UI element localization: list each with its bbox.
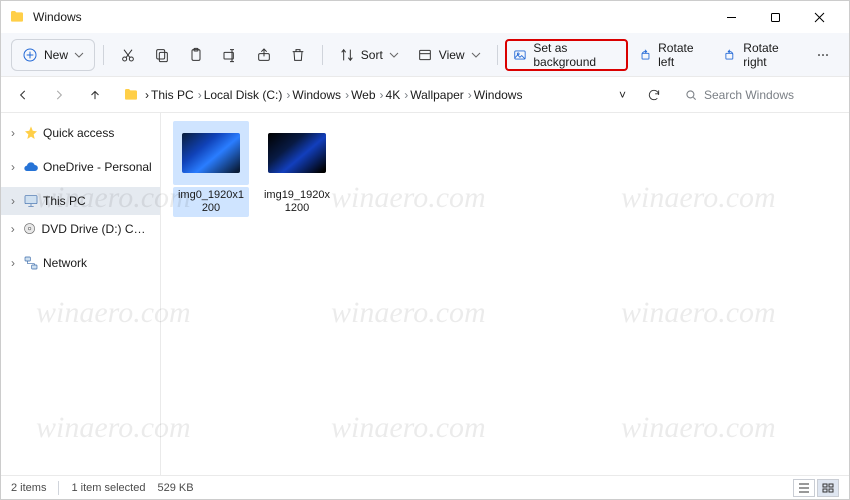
status-selected: 1 item selected bbox=[71, 482, 145, 494]
crumb[interactable]: Local Disk (C:) bbox=[204, 88, 283, 102]
set-bg-label: Set as background bbox=[533, 41, 620, 69]
breadcrumb[interactable]: › This PC› Local Disk (C:)› Windows› Web… bbox=[117, 81, 632, 109]
forward-button[interactable] bbox=[45, 81, 73, 109]
close-button[interactable] bbox=[797, 1, 841, 33]
crumb[interactable]: Windows bbox=[474, 88, 523, 102]
sort-button[interactable]: Sort bbox=[331, 39, 407, 71]
status-count: 2 items bbox=[11, 482, 46, 494]
set-as-background-button[interactable]: Set as background bbox=[505, 39, 628, 71]
expand-icon[interactable]: › bbox=[7, 160, 19, 174]
breadcrumb-dropdown[interactable]: ˅ bbox=[619, 88, 626, 102]
crumb[interactable]: 4K bbox=[386, 88, 401, 102]
new-button[interactable]: New bbox=[11, 39, 95, 71]
thumbnails-view-button[interactable] bbox=[817, 479, 839, 497]
refresh-button[interactable] bbox=[640, 81, 668, 109]
sidebar-item-dvd-drive[interactable]: › DVD Drive (D:) CCCO bbox=[1, 215, 160, 243]
expand-icon[interactable]: › bbox=[7, 256, 19, 270]
new-label: New bbox=[44, 48, 68, 62]
crumb[interactable]: Web bbox=[351, 88, 375, 102]
view-icon bbox=[417, 47, 433, 63]
rotate-right-icon bbox=[723, 47, 737, 63]
expand-icon[interactable]: › bbox=[7, 194, 19, 208]
folder-icon bbox=[123, 87, 139, 103]
file-name: img0_1920x1200 bbox=[173, 187, 249, 217]
paste-button[interactable] bbox=[180, 39, 212, 71]
cloud-icon bbox=[23, 159, 39, 175]
details-view-button[interactable] bbox=[793, 479, 815, 497]
sort-icon bbox=[339, 47, 355, 63]
sort-label: Sort bbox=[361, 48, 383, 62]
crumb[interactable]: Wallpaper bbox=[410, 88, 464, 102]
chevron-down-icon bbox=[74, 50, 84, 60]
file-thumbnail bbox=[182, 133, 240, 173]
trash-icon bbox=[290, 47, 306, 63]
plus-circle-icon bbox=[22, 47, 38, 63]
pc-icon bbox=[23, 193, 39, 209]
chevron-down-icon bbox=[471, 50, 481, 60]
rotate-right-button[interactable]: Rotate right bbox=[715, 39, 805, 71]
crumb-chevron[interactable]: › bbox=[145, 88, 149, 102]
expand-icon[interactable]: › bbox=[7, 126, 19, 140]
copy-icon bbox=[154, 47, 170, 63]
crumb[interactable]: Windows bbox=[292, 88, 341, 102]
picture-icon bbox=[513, 47, 527, 63]
minimize-button[interactable] bbox=[709, 1, 753, 33]
address-bar-row: › This PC› Local Disk (C:)› Windows› Web… bbox=[1, 77, 849, 113]
file-item[interactable]: img19_1920x1200 bbox=[259, 121, 335, 217]
status-size: 529 KB bbox=[157, 482, 193, 494]
delete-button[interactable] bbox=[282, 39, 314, 71]
search-icon bbox=[684, 88, 698, 102]
share-button[interactable] bbox=[248, 39, 280, 71]
search-box[interactable]: Search Windows bbox=[676, 81, 841, 109]
separator bbox=[322, 45, 323, 65]
toolbar: New Sort View Set as background Rotate l… bbox=[1, 33, 849, 77]
network-icon bbox=[23, 255, 39, 271]
status-bar: 2 items 1 item selected 529 KB bbox=[1, 475, 849, 499]
more-icon bbox=[815, 47, 831, 63]
file-name: img19_1920x1200 bbox=[259, 187, 335, 217]
window-title: Windows bbox=[33, 10, 709, 24]
sidebar-item-this-pc[interactable]: › This PC bbox=[1, 187, 160, 215]
rename-icon bbox=[222, 47, 238, 63]
paste-icon bbox=[188, 47, 204, 63]
titlebar: Windows bbox=[1, 1, 849, 33]
share-icon bbox=[256, 47, 272, 63]
expand-icon[interactable]: › bbox=[7, 222, 18, 236]
cut-icon bbox=[120, 47, 136, 63]
copy-button[interactable] bbox=[146, 39, 178, 71]
rotate-left-button[interactable]: Rotate left bbox=[630, 39, 713, 71]
star-icon bbox=[23, 125, 39, 141]
up-button[interactable] bbox=[81, 81, 109, 109]
chevron-down-icon bbox=[389, 50, 399, 60]
folder-icon bbox=[9, 9, 25, 25]
more-button[interactable] bbox=[807, 39, 839, 71]
back-button[interactable] bbox=[9, 81, 37, 109]
file-view[interactable]: img0_1920x1200 img19_1920x1200 bbox=[161, 113, 849, 475]
separator bbox=[497, 45, 498, 65]
sidebar-item-onedrive[interactable]: › OneDrive - Personal bbox=[1, 153, 160, 181]
view-label: View bbox=[439, 48, 465, 62]
file-thumbnail bbox=[268, 133, 326, 173]
rotate-left-icon bbox=[638, 47, 652, 63]
separator bbox=[103, 45, 104, 65]
rename-button[interactable] bbox=[214, 39, 246, 71]
rotate-left-label: Rotate left bbox=[658, 41, 705, 69]
file-item[interactable]: img0_1920x1200 bbox=[173, 121, 249, 217]
nav-pane: › Quick access › OneDrive - Personal › T… bbox=[1, 113, 161, 475]
search-placeholder: Search Windows bbox=[704, 88, 794, 102]
disc-icon bbox=[22, 221, 37, 237]
sidebar-item-network[interactable]: › Network bbox=[1, 249, 160, 277]
crumb[interactable]: This PC bbox=[151, 88, 194, 102]
maximize-button[interactable] bbox=[753, 1, 797, 33]
cut-button[interactable] bbox=[112, 39, 144, 71]
view-button[interactable]: View bbox=[409, 39, 489, 71]
sidebar-item-quick-access[interactable]: › Quick access bbox=[1, 119, 160, 147]
rotate-right-label: Rotate right bbox=[743, 41, 797, 69]
